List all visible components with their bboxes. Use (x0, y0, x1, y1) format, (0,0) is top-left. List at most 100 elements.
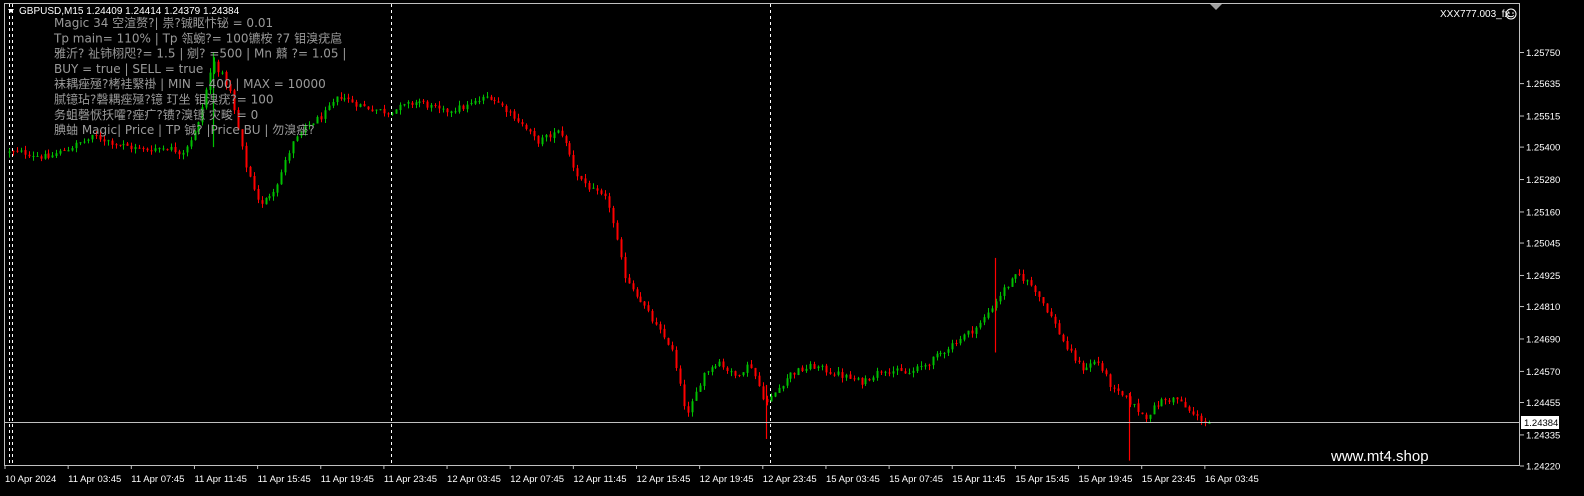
candle-body (166, 149, 169, 151)
candle-body (418, 101, 421, 103)
candle-body (47, 153, 50, 158)
candle-body (8, 151, 11, 153)
time-tick-label: 15 Apr 19:45 (1079, 474, 1133, 485)
candle-body (683, 384, 686, 407)
candle-body (1034, 286, 1037, 292)
candle-body (770, 395, 773, 402)
candle-body (316, 117, 319, 124)
candle-body (347, 97, 350, 99)
candle-body (975, 327, 978, 334)
candle-body (565, 136, 568, 144)
time-tick-label: 10 Apr 2024 (5, 474, 56, 485)
candle-body (79, 142, 82, 144)
candle-body (1188, 406, 1191, 411)
ea-info-line: 雅沂? 祉铈栩咫?= 1.5 | 剜? =500 | Mn 鼘 ?= 1.05 … (54, 46, 346, 61)
candle-body (813, 364, 816, 369)
candle-body (486, 96, 489, 98)
candle-body (178, 151, 181, 155)
candle-body (797, 368, 800, 376)
candle-body (249, 166, 252, 177)
candle-body (44, 154, 47, 159)
price-tick-label: 1.25400 (1526, 143, 1560, 154)
candle-body (150, 150, 153, 152)
candle-body (584, 178, 587, 184)
candle-body (943, 352, 946, 354)
candle-body (801, 367, 804, 372)
candle-body (36, 155, 39, 157)
candle-body (63, 149, 66, 151)
candle-body (1196, 414, 1199, 416)
price-chart[interactable]: Magic 34 空渲赘?| 祟?铖眍忭铋 = 0.01Tp main= 110… (0, 0, 1584, 496)
candle-body (245, 145, 248, 168)
candle-body (647, 305, 650, 311)
time-tick-label: 12 Apr 07:45 (510, 474, 564, 485)
candle-body (691, 401, 694, 413)
candle-body (383, 108, 386, 114)
candle-body (639, 296, 642, 303)
candle-body (789, 372, 792, 379)
candle-body (928, 364, 931, 366)
candle-body (1003, 287, 1006, 296)
candle-body (1018, 273, 1021, 275)
candle-body (541, 137, 544, 145)
candle-body (186, 146, 189, 153)
candle-body (115, 144, 118, 146)
candle-body (276, 184, 279, 193)
ea-info-line: 袜耦痤殛?栲袿繄褂 | MIN = 400 | MAX = 10000 (54, 76, 326, 91)
ea-info-line: 务蛆磬恹扷嚯?痤疒?镄?溴镱 灾畯 = 0 (54, 107, 258, 122)
candle-body (643, 301, 646, 306)
price-tick-label: 1.24455 (1526, 398, 1560, 409)
candle-body (67, 150, 70, 152)
account-label: XXX777.003_fx (1440, 9, 1510, 20)
candle-body (1180, 399, 1183, 402)
candle-body (399, 104, 402, 111)
candle-body (371, 109, 374, 112)
candle-body (884, 371, 887, 373)
candle-body (904, 371, 907, 374)
candle-body (971, 330, 974, 334)
candle-body (1157, 405, 1160, 407)
candle-body (482, 96, 485, 101)
candle-body (379, 109, 382, 111)
candle-body (999, 295, 1002, 302)
candle-body (1007, 286, 1010, 288)
candle-body (426, 101, 429, 108)
candle-body (462, 105, 465, 110)
candle-body (415, 102, 418, 105)
candle-body (55, 153, 58, 157)
candle-body (1137, 403, 1140, 412)
candle-body (624, 256, 627, 279)
candle-body (130, 145, 133, 149)
candle-body (142, 147, 145, 149)
candle-body (343, 98, 346, 100)
candle-body (284, 160, 287, 173)
candle-body (83, 141, 86, 143)
candle-body (876, 370, 879, 378)
candle-body (864, 378, 867, 385)
price-tick-label: 1.24570 (1526, 367, 1560, 378)
candle-body (87, 139, 90, 141)
candle-body (387, 113, 390, 115)
candle-body (786, 378, 789, 386)
candle-body (336, 96, 339, 103)
candle-body (1085, 367, 1088, 371)
candle-body (509, 111, 512, 113)
ea-info-line: 腻镱玷?磬耦痤殛?镱 玎坐 钼溴疣?= 100 (54, 92, 274, 107)
candle-body (572, 154, 575, 168)
candle-body (1062, 334, 1065, 342)
candle-body (134, 147, 137, 150)
candle-body (758, 375, 761, 387)
candle-body (837, 371, 840, 375)
candle-body (979, 322, 982, 328)
candle-body (1133, 404, 1136, 406)
candle-body (438, 105, 441, 109)
candle-body (734, 371, 737, 376)
candle-body (667, 338, 670, 345)
candle-body (955, 342, 958, 344)
candle-body (939, 352, 942, 354)
candle-body (821, 365, 824, 367)
candle-body (403, 104, 406, 106)
candle-body (1058, 323, 1061, 335)
candle-body (707, 371, 710, 373)
candle-body (257, 188, 260, 200)
